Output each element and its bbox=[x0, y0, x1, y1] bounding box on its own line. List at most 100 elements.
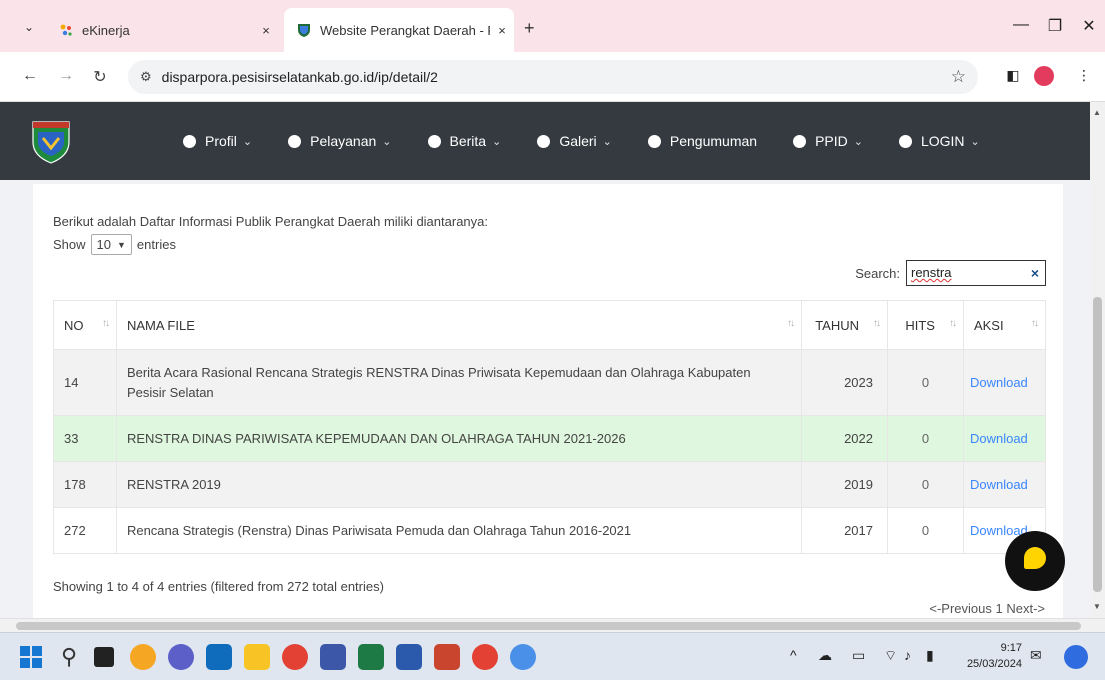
file-explorer-icon[interactable] bbox=[244, 644, 270, 670]
scroll-up-arrow-icon[interactable]: ▲ bbox=[1093, 108, 1101, 117]
column-header-hits[interactable]: HITS ↑↓ bbox=[887, 300, 964, 350]
entries-label: entries bbox=[136, 237, 176, 252]
tab-search-chevron-icon[interactable]: ⌄ bbox=[20, 18, 38, 36]
column-header-no[interactable]: NO ↑↓ bbox=[53, 300, 117, 350]
cell-nama-file: RENSTRA 2019 bbox=[115, 461, 803, 508]
site-navbar: Profil ⌄ Pelayanan ⌄ Berita ⌄ Galeri ⌄ Pengu… bbox=[0, 102, 1090, 180]
download-link[interactable]: Download bbox=[962, 349, 1047, 416]
scrollbar-thumb[interactable] bbox=[1093, 297, 1102, 592]
webpage-viewport: Profil ⌄ Pelayanan ⌄ Berita ⌄ Galeri ⌄ Pengu… bbox=[0, 102, 1090, 618]
cell-no: 272 bbox=[53, 507, 117, 554]
powerpoint-icon[interactable] bbox=[434, 644, 460, 670]
url-text: disparpora.pesisirselatankab.go.id/ip/de… bbox=[161, 69, 438, 85]
widget-icon[interactable] bbox=[1064, 645, 1088, 669]
horizontal-scrollbar[interactable] bbox=[0, 618, 1105, 632]
back-arrow-icon[interactable]: ← bbox=[20, 67, 40, 85]
entries-select[interactable]: 10 ▼ bbox=[90, 234, 132, 255]
download-link[interactable]: Download bbox=[962, 461, 1047, 508]
chat-teams-icon[interactable] bbox=[168, 644, 194, 670]
content-card: Berikut adalah Daftar Informasi Publik P… bbox=[33, 184, 1063, 618]
profile-avatar-icon[interactable] bbox=[1034, 66, 1054, 86]
cloud-sync-icon[interactable]: ☁ bbox=[818, 647, 832, 664]
system-clock[interactable]: 9:17 25/03/2024 bbox=[956, 640, 1022, 672]
bookmark-star-icon[interactable]: ☆ bbox=[951, 67, 966, 87]
restore-button[interactable]: ❐ bbox=[1040, 16, 1070, 36]
minimize-button[interactable]: — bbox=[1006, 16, 1036, 34]
chrome-icon[interactable] bbox=[282, 644, 308, 670]
pagination[interactable]: <-Previous 1 Next-> bbox=[929, 601, 1045, 616]
chevron-down-icon: ⌄ bbox=[853, 135, 863, 148]
windows-start-icon[interactable] bbox=[18, 644, 44, 670]
tab-close-icon[interactable]: × bbox=[254, 23, 278, 38]
site-shield-favicon-icon bbox=[298, 24, 310, 37]
column-header-aksi[interactable]: AKSI ↑↓ bbox=[962, 300, 1047, 350]
browser-tab-strip: ⌄ eKinerja × Website Perangkat Daerah - … bbox=[0, 0, 1105, 52]
copilot-icon[interactable] bbox=[130, 644, 156, 670]
chevron-down-icon: ⌄ bbox=[242, 135, 253, 148]
tab-title: eKinerja bbox=[82, 22, 130, 38]
sort-icon: ↑↓ bbox=[948, 318, 957, 329]
menu-item-pengumuman[interactable]: Pengumuman bbox=[647, 133, 757, 149]
menu-item-pelayanan[interactable]: Pelayanan ⌄ bbox=[288, 133, 392, 149]
reload-icon[interactable]: ↻ bbox=[90, 67, 110, 87]
tab-website-perangkat-daerah[interactable]: Website Perangkat Daerah - Pe × bbox=[284, 8, 514, 52]
tab-ekinerja[interactable]: eKinerja × bbox=[50, 8, 278, 52]
column-header-nama-file[interactable]: NAMA FILE ↑↓ bbox=[115, 300, 803, 350]
show-label: Show bbox=[53, 237, 86, 252]
download-link[interactable]: Download bbox=[962, 415, 1047, 462]
menu-bullet-icon bbox=[647, 134, 661, 148]
chrome-profile-icon[interactable] bbox=[472, 644, 498, 670]
table-info-text: Showing 1 to 4 of 4 entries (filtered fr… bbox=[53, 579, 384, 594]
address-bar[interactable]: ⚙ disparpora.pesisirselatankab.go.id/ip/… bbox=[128, 60, 978, 94]
menu-item-berita[interactable]: Berita ⌄ bbox=[427, 133, 502, 149]
vertical-scrollbar[interactable]: ▲ ▼ bbox=[1090, 102, 1105, 618]
menu-item-profil[interactable]: Profil ⌄ bbox=[183, 133, 252, 149]
menu-item-ppid[interactable]: PPID ⌄ bbox=[793, 133, 863, 149]
volume-icon[interactable]: ♪ bbox=[904, 647, 911, 663]
app-icon[interactable] bbox=[320, 644, 346, 670]
more-menu-icon[interactable]: ⋮ bbox=[1074, 67, 1094, 84]
chat-widget-button[interactable] bbox=[1005, 531, 1065, 591]
side-panel-icon[interactable]: ◧ bbox=[1003, 67, 1023, 84]
cell-tahun: 2022 bbox=[801, 415, 888, 462]
table-row: 272 Rencana Strategis (Renstra) Dinas Pa… bbox=[53, 507, 1047, 554]
scroll-down-arrow-icon[interactable]: ▼ bbox=[1093, 602, 1101, 611]
notification-icon[interactable]: ✉ bbox=[1030, 647, 1042, 664]
word-icon[interactable] bbox=[396, 644, 422, 670]
task-view-icon[interactable] bbox=[94, 647, 114, 667]
menu-item-galeri[interactable]: Galeri ⌄ bbox=[537, 133, 612, 149]
wifi-icon[interactable]: ⌔ bbox=[884, 647, 897, 665]
cell-nama-file: Berita Acara Rasional Rencana Strategis … bbox=[115, 349, 803, 416]
tab-close-icon[interactable]: × bbox=[490, 23, 514, 38]
chevron-down-icon: ⌄ bbox=[492, 135, 502, 148]
pesisir-selatan-logo-icon[interactable] bbox=[32, 120, 70, 164]
show-hidden-icons-icon[interactable]: ^ bbox=[790, 647, 797, 663]
site-info-icon[interactable]: ⚙ bbox=[140, 69, 152, 85]
sort-icon: ↑↓ bbox=[787, 318, 795, 329]
new-tab-button[interactable]: + bbox=[524, 18, 535, 39]
scrollbar-thumb[interactable] bbox=[16, 622, 1081, 630]
excel-icon[interactable] bbox=[358, 644, 384, 670]
menu-bullet-icon bbox=[898, 134, 912, 148]
sort-icon: ↑↓ bbox=[1031, 318, 1039, 329]
table-row: 178 RENSTRA 2019 2019 0 Download bbox=[53, 461, 1047, 508]
column-header-tahun[interactable]: TAHUN ↑↓ bbox=[801, 300, 888, 350]
clock-time: 9:17 bbox=[1000, 642, 1022, 654]
clear-search-icon[interactable]: × bbox=[1031, 261, 1039, 285]
display-icon[interactable]: ▭ bbox=[852, 647, 865, 664]
site-menu: Profil ⌄ Pelayanan ⌄ Berita ⌄ Galeri ⌄ Pengu… bbox=[183, 102, 1016, 180]
mail-icon[interactable] bbox=[206, 644, 232, 670]
chrome-active-icon[interactable] bbox=[510, 644, 536, 670]
cell-nama-file: Rencana Strategis (Renstra) Dinas Pariwi… bbox=[115, 507, 803, 554]
cell-no: 33 bbox=[53, 415, 117, 462]
search-icon[interactable]: ⚲ bbox=[56, 644, 82, 670]
menu-item-login[interactable]: LOGIN ⌄ bbox=[898, 133, 980, 149]
close-window-button[interactable]: ✕ bbox=[1074, 16, 1104, 36]
battery-icon[interactable]: ▮ bbox=[926, 647, 934, 664]
chat-bubble-icon bbox=[1024, 547, 1046, 569]
forward-arrow-icon[interactable]: → bbox=[56, 67, 76, 85]
search-input[interactable]: renstra × bbox=[906, 260, 1046, 286]
public-info-table: NO ↑↓ NAMA FILE ↑↓ TAHUN ↑↓ HITS ↑↓ AKSI ↑↓ 1… bbox=[53, 300, 1047, 554]
menu-bullet-icon bbox=[288, 134, 302, 148]
clock-date: 25/03/2024 bbox=[966, 658, 1022, 670]
